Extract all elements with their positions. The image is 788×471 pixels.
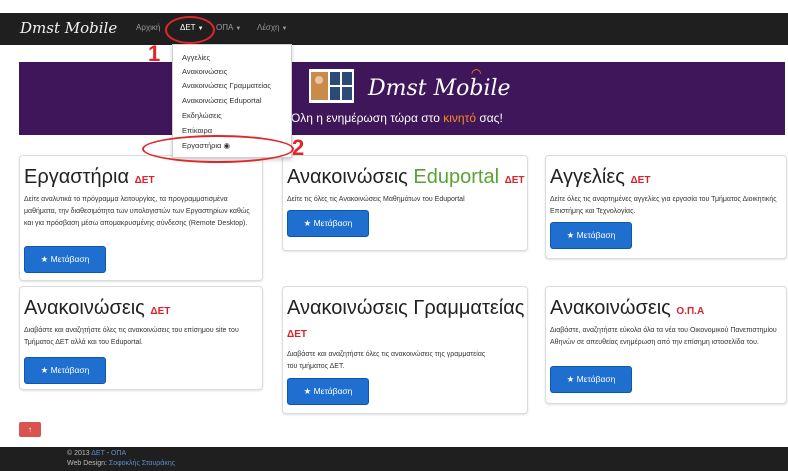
card-description: Διαβάστε, αναζητήστε εύκολα όλα τα νέα τ… — [550, 327, 777, 346]
banner-title: Dmst Mobile — [368, 76, 511, 101]
annotation-number-1: 1 — [148, 41, 161, 66]
star-icon: ★ — [303, 218, 312, 228]
goto-button-label: Μετάβαση — [576, 230, 616, 240]
card-eduportal: Ανακοινώσεις Eduportal ΔΕΤ Δείτε τις όλε… — [282, 155, 528, 251]
card-tag: ΔΕΤ — [504, 175, 525, 186]
card-title: Ανακοινώσεις Eduportal ΔΕΤ — [287, 166, 525, 189]
goto-button[interactable]: ★ Μετάβαση — [24, 357, 106, 384]
banner-subtitle-pre: Όλη η ενημέρωση τώρα στο — [291, 111, 444, 125]
card-title: Ανακοινώσεις ΔΕΤ — [24, 297, 170, 320]
scroll-to-top-button[interactable]: ↑ — [19, 422, 41, 437]
goto-button-label: Μετάβαση — [313, 218, 353, 228]
dropdown-item-aggelies[interactable]: Αγγελίες — [182, 53, 210, 62]
goto-button-label: Μετάβαση — [50, 254, 90, 264]
footer-copyright: © 2013 ΔΕΤ - ΟΠΑ — [67, 450, 126, 457]
nav-lesxi[interactable]: Λέσχη ▼ — [257, 23, 287, 32]
card-tag: Ο.Π.Α — [676, 306, 705, 317]
nav-opa-label: ΟΠΑ — [216, 23, 234, 32]
chevron-down-icon: ▼ — [235, 26, 242, 32]
goto-button-label: Μετάβαση — [50, 365, 90, 375]
annotation-circle-2 — [142, 135, 294, 163]
star-icon: ★ — [40, 254, 49, 264]
annotation-circle-1 — [165, 16, 215, 44]
goto-button-label: Μετάβαση — [576, 374, 616, 384]
goto-button-label: Μετάβαση — [313, 386, 353, 396]
dropdown-item-epikaira[interactable]: Επίκαιρα — [182, 126, 212, 135]
footer-link-det[interactable]: ΔΕΤ — [91, 450, 105, 457]
banner-logo-image — [309, 69, 354, 103]
card-tag: ΔΕΤ — [150, 306, 171, 317]
goto-button[interactable]: ★ Μετάβαση — [287, 210, 369, 237]
nav-lesxi-label: Λέσχη — [257, 23, 280, 32]
card-description: Δείτε τις όλες τις Ανακοινώσεις Μαθημάτω… — [287, 196, 465, 203]
card-title-text: Ανακοινώσεις — [287, 166, 408, 188]
banner-subtitle: Όλη η ενημέρωση τώρα στο κινητό σας! — [291, 111, 503, 125]
card-title: Αγγελίες ΔΕΤ — [550, 166, 650, 189]
star-icon: ★ — [40, 365, 49, 375]
card-ergastiria: Εργαστήρια ΔΕΤ Δείτε αναλυτικά το πρόγρα… — [19, 155, 263, 281]
top-navbar: Dmst Mobile Αρχική ΔΕΤ ▼ ΟΠΑ ▼ Λέσχη ▼ — [0, 13, 788, 45]
goto-button[interactable]: ★ Μετάβαση — [550, 222, 632, 249]
chevron-down-icon: ▼ — [281, 26, 288, 32]
nav-home[interactable]: Αρχική — [136, 23, 160, 32]
card-description: Δείτε αναλυτικά το πρόγραμμα λειτουργίας… — [24, 196, 250, 227]
banner-subtitle-highlight: κινητό — [443, 111, 476, 125]
star-icon: ★ — [566, 374, 575, 384]
nav-opa[interactable]: ΟΠΑ ▼ — [216, 23, 241, 32]
dropdown-item-anakoinoseis[interactable]: Ανακοινώσεις — [182, 67, 227, 76]
goto-button[interactable]: ★ Μετάβαση — [24, 246, 106, 273]
star-icon: ★ — [303, 386, 312, 396]
dropdown-item-grammateia[interactable]: Ανακοινώσεις Γραμματείας — [182, 81, 271, 90]
card-grammateia: Ανακοινώσεις Γραμματείας ΔΕΤ Διαβάστε κα… — [282, 286, 528, 414]
card-title-text: Αγγελίες — [550, 166, 625, 188]
dropdown-item-ekdiloseis[interactable]: Εκδηλώσεις — [182, 111, 222, 120]
card-title-text: Ανακοινώσεις — [24, 297, 145, 319]
card-description: Δείτε όλες τις αναρτημένες αγγελίες για … — [550, 196, 777, 215]
arrow-up-icon: ↑ — [28, 425, 32, 434]
card-description: Διαβάστε και αναζητήστε όλες τις ανακοιν… — [287, 351, 486, 370]
goto-button[interactable]: ★ Μετάβαση — [550, 366, 632, 393]
dropdown-item-eduportal[interactable]: Ανακοινώσεις Eduportal — [182, 96, 262, 105]
brand-logo[interactable]: Dmst Mobile — [20, 19, 117, 37]
card-title-text: Εργαστήρια — [24, 166, 130, 188]
card-title: Ανακοινώσεις Γραμματείας — [287, 297, 525, 319]
banner-subtitle-post: σας! — [476, 111, 503, 125]
card-title-green: Eduportal — [413, 166, 500, 188]
footer-year: © 2013 — [67, 450, 90, 457]
card-anakoinoseis-opa: Ανακοινώσεις Ο.Π.Α Διαβάστε, αναζητήστε … — [545, 286, 787, 404]
footer-designer-link[interactable]: Σοφοκλής Σταυράκης — [109, 460, 175, 467]
card-tag: ΔΕΤ — [134, 175, 155, 186]
card-tag: ΔΕΤ — [630, 175, 651, 186]
footer-design: Web Design: Σοφοκλής Σταυράκης — [67, 460, 175, 467]
card-description: Διαβάστε και αναζητήστε όλες τις ανακοιν… — [24, 327, 239, 346]
footer: © 2013 ΔΕΤ - ΟΠΑ Web Design: Σοφοκλής Στ… — [0, 447, 788, 471]
footer-link-opa[interactable]: ΟΠΑ — [111, 450, 126, 457]
goto-button[interactable]: ★ Μετάβαση — [287, 378, 369, 405]
footer-design-label: Web Design: — [67, 460, 107, 467]
card-anakoinoseis-det: Ανακοινώσεις ΔΕΤ Διαβάστε και αναζητήστε… — [19, 286, 263, 390]
star-icon: ★ — [566, 230, 575, 240]
card-title: Ανακοινώσεις Ο.Π.Α — [550, 297, 704, 320]
card-aggelies: Αγγελίες ΔΕΤ Δείτε όλες τις αναρτημένες … — [545, 155, 787, 259]
wifi-icon: ◠ — [471, 66, 482, 80]
card-title: Εργαστήρια ΔΕΤ — [24, 166, 155, 189]
card-tag: ΔΕΤ — [287, 329, 307, 340]
card-title-text: Ανακοινώσεις — [550, 297, 671, 319]
